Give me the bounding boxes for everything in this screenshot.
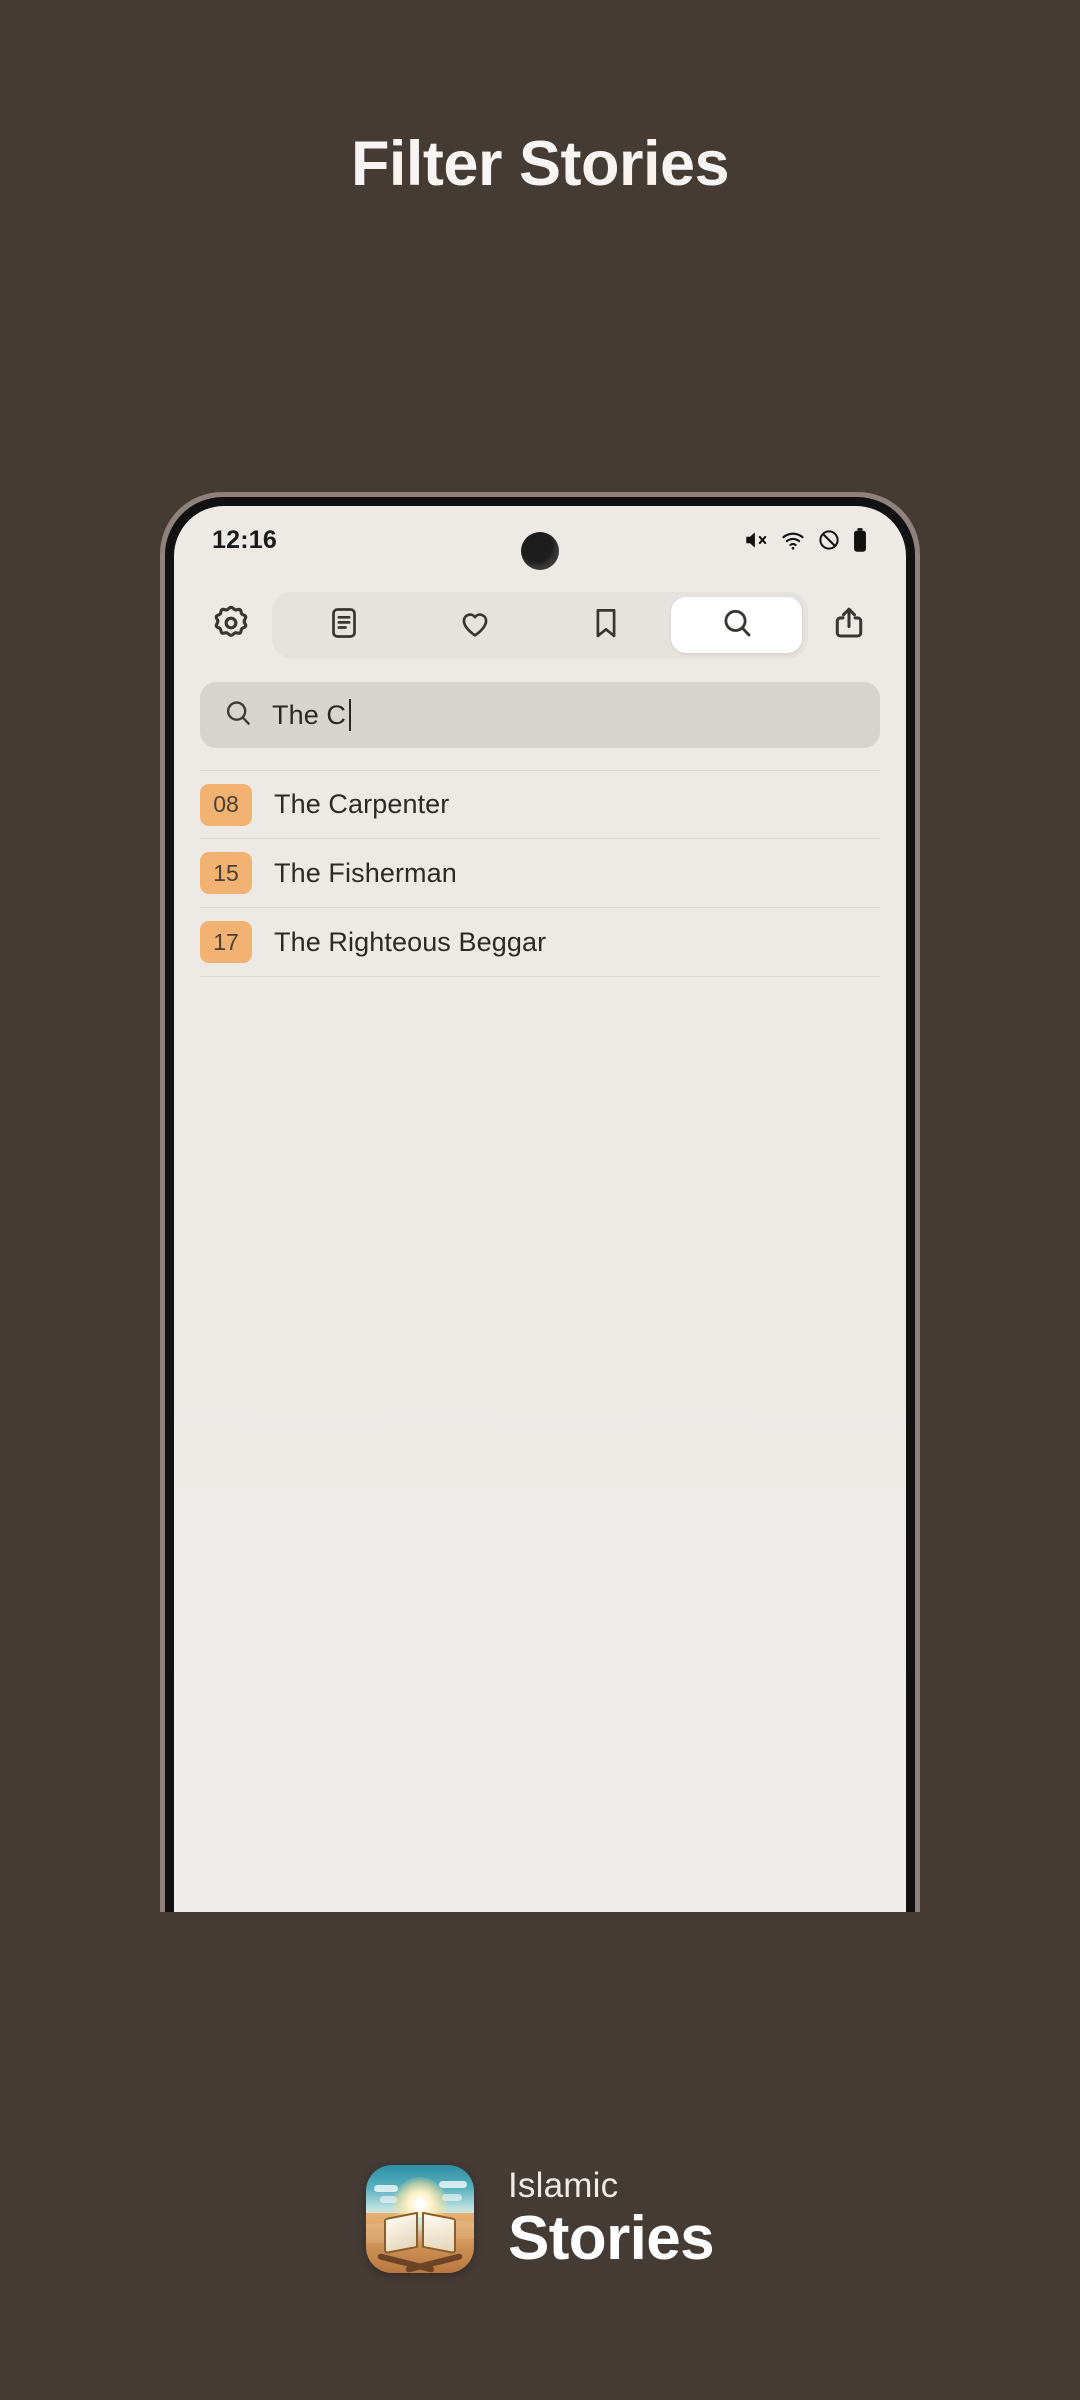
front-camera-punch-hole [521,532,559,570]
story-number-badge: 17 [200,921,252,963]
search-icon [719,605,755,646]
list-document-icon [326,605,362,646]
battery-icon [852,527,868,553]
do-not-disturb-icon [817,528,841,552]
phone-screen: 12:16 The C 08 The Carpenter 15 The Fish… [174,506,906,1912]
brand-text: Islamic Stories [508,2166,715,2273]
tab-search[interactable] [671,597,802,653]
app-icon-book-page-left [384,2211,418,2255]
tab-stories[interactable] [278,597,409,653]
app-icon-cloud [439,2181,467,2188]
brand-line-1: Islamic [508,2166,619,2205]
share-icon [830,604,868,647]
wifi-icon [780,527,806,553]
search-icon [222,697,254,734]
search-results-list: 08 The Carpenter 15 The Fisherman 17 The… [174,770,906,977]
share-button[interactable] [818,594,880,656]
app-icon-cloud [374,2185,398,2192]
phone-bezel: 12:16 The C 08 The Carpenter 15 The Fish… [165,497,915,1912]
view-tab-group [272,592,808,658]
search-input[interactable]: The C [200,682,880,748]
status-time: 12:16 [212,525,277,554]
search-input-value-wrapper: The C [272,699,352,731]
status-icons [743,527,868,553]
gear-icon [211,603,251,648]
status-bar: 12:16 [174,506,906,574]
page-title: Filter Stories [350,129,730,199]
tab-bookmarks[interactable] [540,597,671,653]
app-icon-book-page-right [422,2211,456,2255]
search-bar-container: The C [174,668,906,748]
story-title: The Carpenter [274,789,450,819]
list-item[interactable]: 08 The Carpenter [200,770,880,839]
story-title: The Fisherman [274,857,457,888]
text-cursor [349,699,352,731]
brand-footer: Islamic Stories [0,2165,1080,2273]
list-item[interactable]: 15 The Fisherman [200,839,880,908]
islamic-stories-app-icon [366,2165,474,2273]
mute-icon [743,527,769,553]
brand-line-2: Stories [508,2204,715,2273]
bookmark-icon [588,605,624,646]
story-title: The Righteous Beggar [274,926,547,957]
story-number-badge: 08 [200,783,252,826]
app-toolbar [174,574,906,668]
phone-mockup: 12:16 The C 08 The Carpenter 15 The Fish… [160,492,920,1912]
heart-icon [457,605,493,646]
search-input-value: The C [272,699,347,730]
story-number-badge: 15 [200,852,252,894]
app-icon-open-book [384,2211,456,2255]
settings-button[interactable] [200,594,262,656]
list-item[interactable]: 17 The Righteous Beggar [200,908,880,977]
tab-favorites[interactable] [409,597,540,653]
